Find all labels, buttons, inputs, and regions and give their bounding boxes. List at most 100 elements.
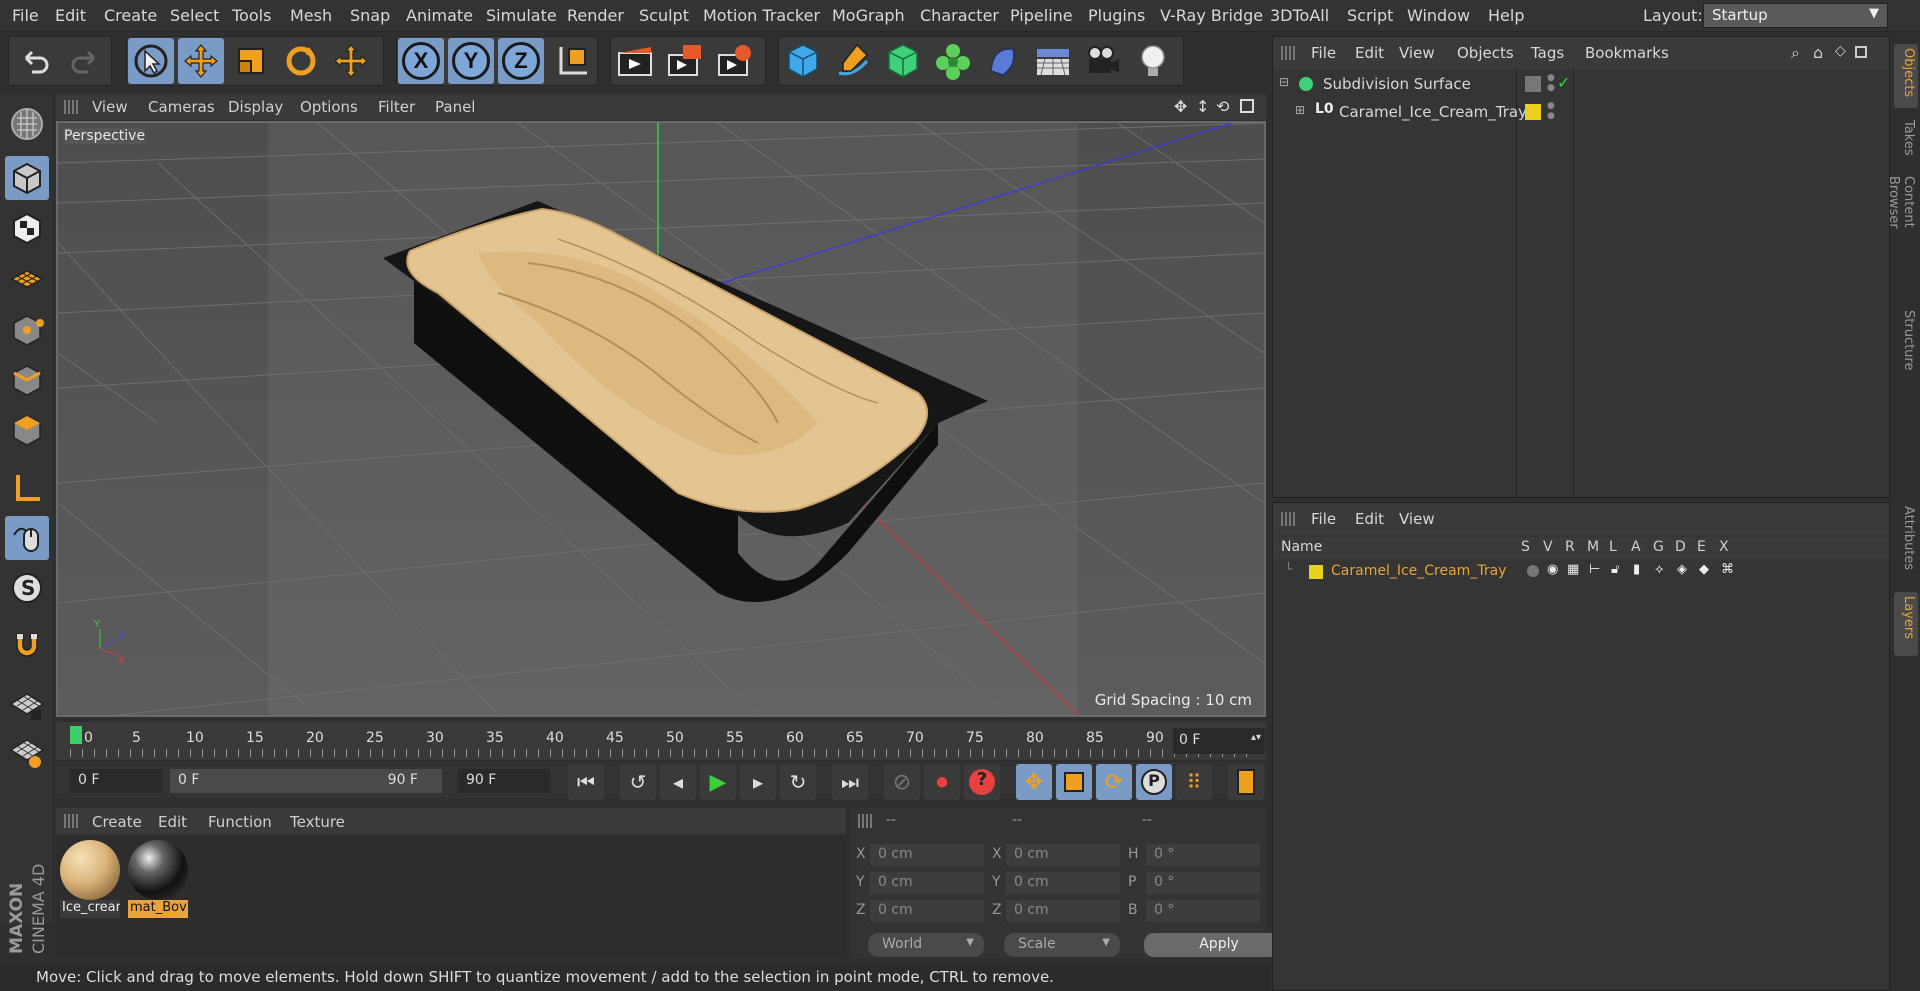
keyframe-selection-icon[interactable]: ? [964,764,1000,800]
magnet-snap-icon[interactable] [5,624,49,668]
stepper-icon[interactable]: ▴▾ [1251,732,1261,743]
viewport-menu-options[interactable]: Options [300,98,358,116]
menu-plugins[interactable]: Plugins [1088,6,1145,25]
layer-header-expressions[interactable]: E [1697,539,1706,555]
tab-content-browser[interactable]: Content Browser [1886,172,1918,288]
menu-animate[interactable]: Animate [406,6,473,25]
back-icon[interactable]: ◇ [1835,43,1846,59]
layer-row[interactable]: └ Caramel_Ice_Cream_Tray ◉ ▦ ⊢ 🔓︎ ▮ ⟡ ◈ … [1273,561,1889,583]
points-mode-icon[interactable] [5,308,49,352]
redo-icon[interactable] [62,38,108,84]
next-frame-icon[interactable]: ▸ [740,764,776,800]
objects-menu-file[interactable]: File [1311,44,1336,62]
menu-script[interactable]: Script [1347,6,1393,25]
objects-menu-edit[interactable]: Edit [1355,44,1384,62]
size-y-field[interactable]: 0 cm [1006,872,1120,894]
objects-menu-bookmarks[interactable]: Bookmarks [1585,44,1669,62]
frame-range-slider[interactable]: 0 F 90 F [170,769,442,793]
layer-header-render[interactable]: R [1565,539,1575,555]
menu-snap[interactable]: Snap [350,6,390,25]
menu-simulate[interactable]: Simulate [486,6,557,25]
object-row[interactable]: ⊞ L0 Caramel_Ice_Cream_Tray ● ● [1273,99,1891,125]
render-settings-icon[interactable] [712,38,758,84]
undo-icon[interactable] [12,38,58,84]
tab-objects[interactable]: Objects [1894,44,1918,108]
previous-key-icon[interactable]: ↺ [620,764,656,800]
viewport-menu-display[interactable]: Display [228,98,283,116]
key-parameter-icon[interactable]: P [1136,764,1172,800]
y-axis-lock-button[interactable]: Y [448,38,494,84]
play-icon[interactable]: ▶ [700,764,736,800]
layer-color-swatch[interactable] [1309,565,1323,579]
position-x-field[interactable]: 0 cm [870,844,984,866]
menu-help[interactable]: Help [1488,6,1524,25]
animation-film-icon[interactable]: ▮ [1633,562,1640,577]
menu-render[interactable]: Render [567,6,624,25]
objects-menu-tags[interactable]: Tags [1531,44,1564,62]
manager-tree-icon[interactable]: ⊢ [1589,562,1600,577]
size-z-field[interactable]: 0 cm [1006,900,1120,922]
layer-header-solo[interactable]: S [1521,539,1530,555]
edges-mode-icon[interactable] [5,358,49,402]
render-picture-viewer-icon[interactable] [662,38,708,84]
visibility-dots-icon[interactable]: ● ● [1547,101,1555,121]
tweak-mode-icon[interactable] [5,516,49,560]
viewport-menu-view[interactable]: View [92,98,128,116]
x-axis-lock-button[interactable]: X [398,38,444,84]
objects-menu-objects[interactable]: Objects [1457,44,1514,62]
timeline-ruler[interactable]: 0 5 10 15 20 25 30 35 40 45 50 55 60 65 … [56,722,1266,760]
menu-pipeline[interactable]: Pipeline [1010,6,1073,25]
key-scale-icon[interactable] [1056,764,1092,800]
menu-edit[interactable]: Edit [55,6,86,25]
tab-layers[interactable]: Layers [1894,592,1918,656]
key-pla-icon[interactable]: ⠿ [1176,764,1212,800]
material-swatch[interactable]: Ice_crear [60,840,120,920]
end-frame-field[interactable]: 90 F [458,769,550,793]
material-menu-function[interactable]: Function [208,813,272,831]
position-z-field[interactable]: 0 cm [870,900,984,922]
layers-menu-edit[interactable]: Edit [1355,510,1384,528]
lock-workplane-icon[interactable] [5,682,49,726]
texture-mode-icon[interactable] [5,206,49,250]
search-icon[interactable]: ⌕ [1791,43,1800,63]
menu-3dtoall[interactable]: 3DToAll [1270,6,1329,25]
maximize-icon[interactable] [1855,46,1867,58]
menu-character[interactable]: Character [920,6,999,25]
cloner-icon[interactable] [930,38,976,84]
material-menu-create[interactable]: Create [92,813,142,831]
previous-frame-icon[interactable]: ◂ [660,764,696,800]
rotate-view-icon[interactable]: ⟲ [1216,97,1229,116]
layer-header-xref[interactable]: X [1719,539,1729,555]
floor-environment-icon[interactable] [1030,38,1076,84]
position-y-field[interactable]: 0 cm [870,872,984,894]
menu-mograph[interactable]: MoGraph [832,6,905,25]
layer-header-deformers[interactable]: D [1675,539,1686,555]
layer-header-generators[interactable]: G [1653,539,1664,555]
current-frame-field[interactable]: 0 F ▴▾ [1173,728,1265,754]
planar-workplane-icon[interactable] [5,730,49,774]
record-active-objects-icon[interactable]: ⊘ [884,764,920,800]
objects-menu-view[interactable]: View [1399,44,1435,62]
solo-toggle-icon[interactable] [1527,565,1539,577]
layer-header-manager[interactable]: M [1587,539,1599,555]
object-row[interactable]: ⊟ Subdivision Surface ● ● ✓ [1273,71,1891,97]
make-editable-icon[interactable] [5,102,49,146]
render-view-icon[interactable] [612,38,658,84]
size-x-field[interactable]: 0 cm [1006,844,1120,866]
pan-view-icon[interactable]: ✥ [1174,97,1187,116]
material-menu-texture[interactable]: Texture [290,813,345,831]
tab-takes[interactable]: Takes [1894,116,1918,168]
viewport-menu-filter[interactable]: Filter [378,98,415,116]
menu-vray-bridge[interactable]: V-Ray Bridge [1160,6,1263,25]
visibility-dots-icon[interactable]: ● ● [1547,73,1555,93]
go-to-start-icon[interactable]: ⏮ [568,764,604,800]
workplane-mode-icon[interactable] [5,256,49,300]
enable-axis-icon[interactable] [5,466,49,510]
menu-sculpt[interactable]: Sculpt [639,6,689,25]
menu-window[interactable]: Window [1407,6,1470,25]
scale-tool-icon[interactable] [228,38,274,84]
menu-create[interactable]: Create [104,6,157,25]
perspective-viewport[interactable]: Y Z X Perspective Grid Spacing : 10 cm [56,121,1266,717]
subdivision-surface-icon[interactable] [880,38,926,84]
material-swatch[interactable]: mat_Bov [128,840,188,920]
